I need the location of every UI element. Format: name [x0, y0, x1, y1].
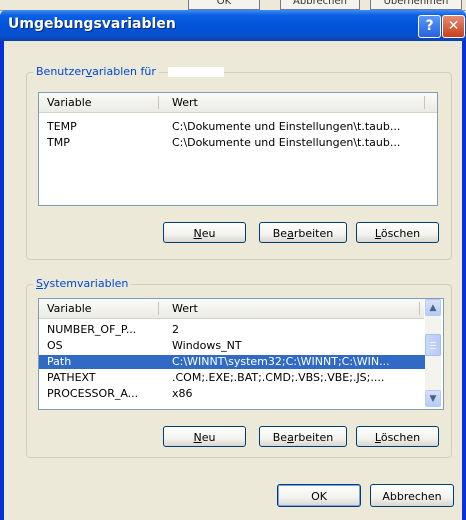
variable-name: PROCESSOR_A... — [47, 387, 139, 400]
variable-value: C:\WINNT\system32;C:\WINNT;C:\WIN... — [172, 355, 390, 368]
variable-name: Path — [47, 355, 72, 368]
background-apply-button: Übernehmen — [370, 0, 462, 10]
system-edit-button[interactable]: Bearbeiten — [259, 426, 347, 447]
background-ok-button: OK — [188, 0, 260, 10]
table-row[interactable]: TMP C:\Dokumente und Einstellungen\t.tau… — [39, 136, 437, 150]
help-icon: ? — [425, 18, 434, 34]
scroll-up-arrow-icon[interactable]: ▲ — [425, 299, 441, 316]
variable-value: x86 — [172, 387, 193, 400]
variable-name: TMP — [47, 136, 70, 149]
column-header-variable[interactable]: Variable — [47, 302, 92, 315]
variable-value: Windows_NT — [172, 339, 242, 352]
scrollbar-thumb[interactable] — [425, 334, 441, 356]
table-row[interactable]: OS Windows_NT — [39, 339, 425, 353]
user-variables-legend: Benutzervariablen für — [33, 65, 159, 78]
column-header-value[interactable]: Wert — [172, 302, 198, 315]
table-row[interactable]: NUMBER_OF_P... 2 — [39, 323, 425, 337]
variable-value: 2 — [172, 323, 179, 336]
user-delete-button[interactable]: Löschen — [356, 222, 439, 243]
window-title: Umgebungsvariablen — [8, 16, 176, 32]
variable-name: PATHEXT — [47, 371, 96, 384]
scroll-down-arrow-icon[interactable]: ▼ — [425, 390, 441, 407]
system-variables-list[interactable]: Variable Wert NUMBER_OF_P... 2 OS Window… — [38, 298, 444, 410]
variable-value: C:\Dokumente und Einstellungen\t.taub... — [172, 136, 401, 149]
ok-button[interactable]: OK — [277, 484, 361, 507]
user-new-button[interactable]: Neu — [163, 222, 246, 243]
system-list-header: Variable Wert — [39, 299, 424, 319]
variable-name: OS — [47, 339, 63, 352]
column-header-value[interactable]: Wert — [172, 96, 198, 109]
background-cancel-button: Abbrechen — [280, 0, 360, 10]
title-bar: Umgebungsvariablen ? ✕ — [0, 10, 466, 41]
close-icon: ✕ — [447, 18, 460, 34]
table-row[interactable]: TEMP C:\Dokumente und Einstellungen\t.ta… — [39, 120, 437, 134]
system-delete-button[interactable]: Löschen — [356, 426, 439, 447]
table-row[interactable]: PROCESSOR_A... x86 — [39, 387, 425, 401]
window-frame-right — [462, 41, 466, 520]
system-new-button[interactable]: Neu — [163, 426, 246, 447]
column-divider[interactable] — [419, 302, 420, 315]
table-row[interactable]: PATHEXT .COM;.EXE;.BAT;.CMD;.VBS;.VBE;.J… — [39, 371, 425, 385]
system-variables-legend: Systemvariablen — [33, 277, 132, 290]
column-divider[interactable] — [158, 96, 159, 109]
close-button[interactable]: ✕ — [442, 15, 465, 38]
redacted-username — [168, 67, 224, 77]
vertical-scrollbar[interactable]: ▲ ▼ — [425, 299, 441, 407]
column-header-variable[interactable]: Variable — [47, 96, 92, 109]
table-row-selected[interactable]: Path C:\WINNT\system32;C:\WINNT;C:\WIN..… — [39, 355, 425, 369]
cancel-button[interactable]: Abbrechen — [370, 484, 454, 507]
help-button[interactable]: ? — [418, 15, 441, 38]
variable-name: TEMP — [47, 120, 77, 133]
variable-value: .COM;.EXE;.BAT;.CMD;.VBS;.VBE;.JS;.... — [172, 371, 385, 384]
user-variables-list[interactable]: Variable Wert TEMP C:\Dokumente und Eins… — [38, 92, 438, 206]
user-list-header: Variable Wert — [39, 93, 437, 113]
variable-name: NUMBER_OF_P... — [47, 323, 137, 336]
column-divider[interactable] — [424, 96, 425, 109]
variable-value: C:\Dokumente und Einstellungen\t.taub... — [172, 120, 401, 133]
user-edit-button[interactable]: Bearbeiten — [259, 222, 347, 243]
column-divider[interactable] — [158, 302, 159, 315]
window-frame-left — [0, 41, 4, 520]
